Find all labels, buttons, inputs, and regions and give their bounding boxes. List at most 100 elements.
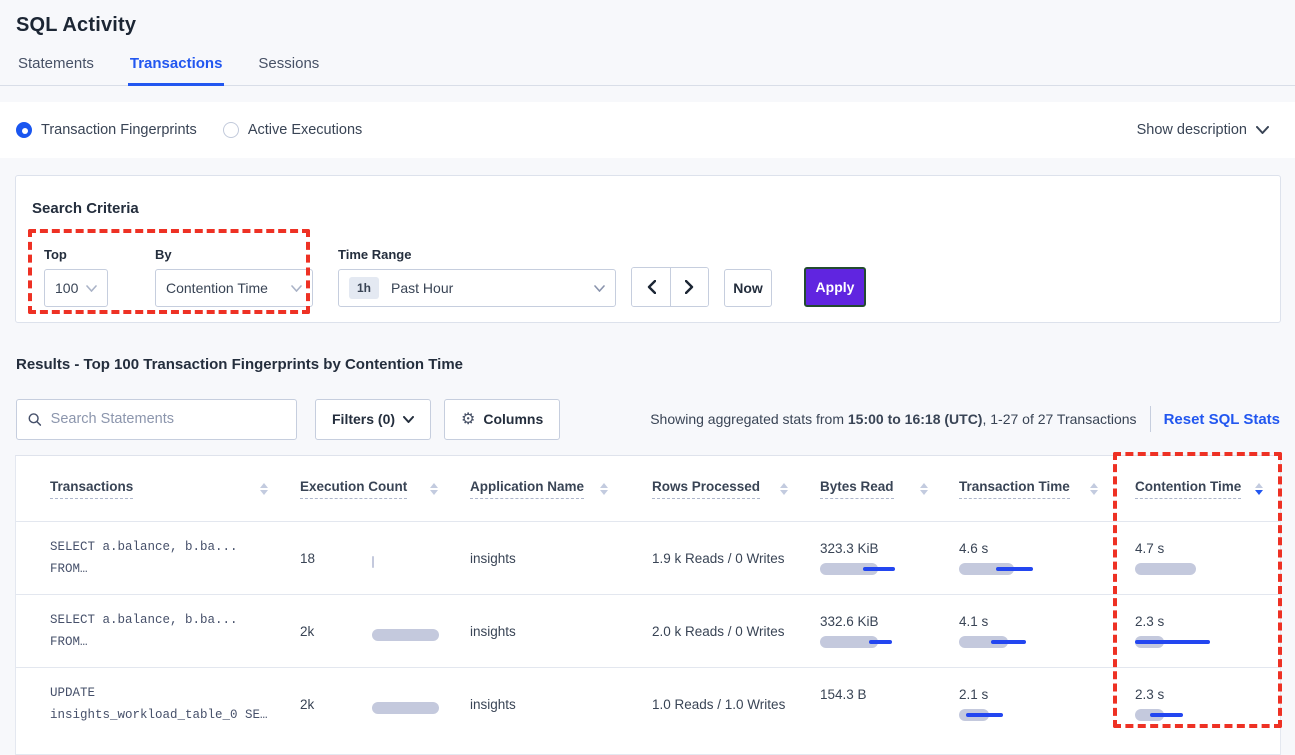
table-row[interactable]: UPDATEinsights_workload_table_0 SE… 2k ins…: [16, 667, 1280, 740]
by-label: By: [155, 247, 313, 262]
bytes-read-cell: 323.3 KiB: [806, 541, 946, 575]
time-range-next-button[interactable]: [670, 268, 708, 306]
bar-gray: [372, 629, 439, 641]
transaction-time-value: 4.6 s: [959, 541, 1116, 556]
statement-line1: UPDATE: [50, 682, 286, 704]
application-name-cell: insights: [456, 550, 626, 566]
tab-statements[interactable]: Statements: [16, 55, 96, 85]
column-header-transactions[interactable]: Transactions: [36, 479, 286, 499]
bar-line-blue: [966, 713, 1003, 717]
bar-line-blue: [863, 567, 895, 571]
radio-transaction-fingerprints[interactable]: Transaction Fingerprints: [16, 122, 197, 138]
tab-bar: Statements Transactions Sessions: [0, 55, 1295, 86]
bytes-read-bar: [820, 563, 900, 575]
bar-gray: [372, 556, 374, 568]
transaction-time-value: 2.1 s: [959, 687, 1116, 702]
search-icon: [28, 412, 42, 427]
column-header-bytes-read[interactable]: Bytes Read: [806, 479, 946, 499]
bar-line-blue: [1135, 640, 1210, 644]
tab-sessions[interactable]: Sessions: [256, 55, 321, 85]
chevron-down-icon: [403, 416, 414, 423]
sort-icon[interactable]: [600, 483, 608, 495]
execution-count-value: 2k: [300, 624, 372, 639]
chevron-down-icon: [1256, 126, 1269, 134]
apply-button[interactable]: Apply: [804, 267, 866, 307]
transaction-time-bar: [959, 563, 1039, 575]
time-range-select[interactable]: 1h Past Hour: [338, 269, 616, 307]
sort-icon[interactable]: [430, 483, 438, 495]
bytes-read-cell: 332.6 KiB: [806, 614, 946, 648]
bytes-read-value: 323.3 KiB: [820, 541, 946, 556]
show-description-toggle[interactable]: Show description: [1137, 122, 1269, 138]
bytes-read-value: 332.6 KiB: [820, 614, 946, 629]
bar-line-blue: [996, 567, 1033, 571]
table-header-row: Transactions Execution Count Application N…: [16, 456, 1280, 521]
contention-time-value: 2.3 s: [1135, 614, 1281, 629]
column-header-execution-count[interactable]: Execution Count: [286, 479, 456, 499]
sort-icon[interactable]: [260, 483, 268, 495]
sort-icon[interactable]: [1090, 483, 1098, 495]
transaction-statement-link[interactable]: SELECT a.balance, b.ba...FROM…: [36, 536, 286, 580]
chevron-left-icon: [647, 280, 656, 294]
transaction-statement-link[interactable]: SELECT a.balance, b.ba...FROM…: [36, 609, 286, 653]
by-field: By Contention Time: [155, 247, 313, 307]
filters-button[interactable]: Filters (0): [315, 399, 431, 440]
aggregated-stats-text: Showing aggregated stats from 15:00 to 1…: [650, 411, 1136, 427]
execution-count-bar: [372, 556, 452, 568]
column-header-label: Execution Count: [300, 479, 407, 499]
sort-icon[interactable]: [780, 483, 788, 495]
rows-processed-value: 2.0 k Reads / 0 Writes: [652, 624, 785, 639]
time-range-prev-button[interactable]: [632, 268, 670, 306]
transaction-time-cell: 4.6 s: [946, 541, 1116, 575]
bar-line-blue: [991, 640, 1026, 644]
column-header-rows-processed[interactable]: Rows Processed: [626, 479, 806, 499]
application-name-value: insights: [470, 697, 516, 712]
application-name-cell: insights: [456, 623, 626, 639]
rows-processed-cell: 1.0 Reads / 1.0 Writes: [626, 696, 806, 712]
sort-icon[interactable]: [920, 483, 928, 495]
contention-time-cell: 2.3 s: [1116, 687, 1281, 721]
chevron-down-icon: [86, 285, 97, 292]
contention-time-bar: [1135, 563, 1215, 575]
chevron-right-icon: [685, 280, 694, 294]
column-header-application-name[interactable]: Application Name: [456, 479, 626, 499]
chevron-down-icon: [291, 285, 302, 292]
by-select[interactable]: Contention Time: [155, 269, 313, 307]
time-range-badge: 1h: [349, 277, 379, 299]
by-select-value: Contention Time: [166, 280, 268, 296]
application-name-value: insights: [470, 624, 516, 639]
bytes-read-value: 154.3 B: [820, 687, 946, 702]
table-row[interactable]: SELECT a.balance, b.ba...FROM… 2k insights…: [16, 594, 1280, 667]
statement-line2: FROM…: [50, 631, 286, 653]
top-select[interactable]: 100: [44, 269, 108, 307]
column-header-contention-time[interactable]: Contention Time: [1116, 479, 1281, 499]
time-range-value: Past Hour: [391, 280, 453, 296]
reset-sql-stats-link[interactable]: Reset SQL Stats: [1164, 411, 1281, 428]
table-row[interactable]: SELECT a.balance, b.ba...FROM…18insights…: [16, 521, 1280, 594]
table-controls-row: Filters (0) ⚙ Columns Showing aggregated…: [16, 398, 1281, 440]
transaction-statement-link[interactable]: UPDATEinsights_workload_table_0 SE…: [36, 682, 286, 726]
columns-button[interactable]: ⚙ Columns: [444, 399, 560, 440]
contention-time-value: 4.7 s: [1135, 541, 1281, 556]
bytes-read-cell: 154.3 B: [806, 687, 946, 721]
top-field: Top 100: [44, 247, 108, 307]
filters-label: Filters (0): [332, 411, 395, 427]
search-statements-input[interactable]: [51, 411, 285, 427]
divider: [1150, 406, 1151, 432]
bar-line-blue: [1150, 713, 1183, 717]
column-header-transaction-time[interactable]: Transaction Time: [946, 479, 1116, 499]
statement-line2: FROM…: [50, 558, 286, 580]
bytes-read-bar: [820, 636, 900, 648]
now-button[interactable]: Now: [724, 269, 772, 307]
columns-label: Columns: [483, 411, 543, 427]
gear-icon: ⚙: [461, 409, 475, 429]
transaction-time-cell: 2.1 s: [946, 687, 1116, 721]
execution-count-value: 2k: [300, 697, 372, 712]
tab-transactions[interactable]: Transactions: [128, 55, 225, 85]
radio-icon: [16, 122, 32, 138]
rows-processed-cell: 2.0 k Reads / 0 Writes: [626, 623, 806, 639]
column-header-label: Bytes Read: [820, 479, 894, 499]
time-range-field: Time Range 1h Past Hour: [338, 247, 616, 307]
sort-icon[interactable]: [1255, 483, 1263, 495]
radio-active-executions[interactable]: Active Executions: [223, 122, 362, 138]
